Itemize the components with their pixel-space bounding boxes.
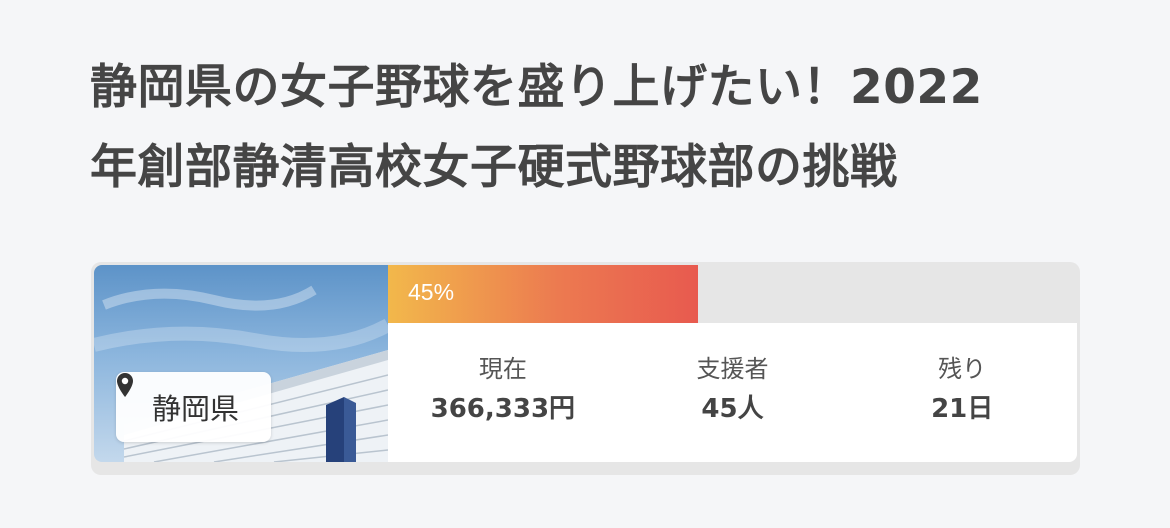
project-card[interactable]: 静岡県 45% 現在 366,333円 支援者 45人 残り 21日 <box>91 262 1080 475</box>
stat-label: 残り <box>938 355 987 383</box>
project-thumbnail[interactable]: 静岡県 <box>94 265 388 462</box>
stat-value: 21日 <box>931 394 994 424</box>
stat-value: 366,333円 <box>430 394 576 424</box>
location-badge[interactable]: 静岡県 <box>116 372 271 442</box>
project-title-line2: 年創部静清高校女子硬式野球部の挑戦 <box>90 140 898 195</box>
stat-label: 支援者 <box>696 355 769 383</box>
stat-label: 現在 <box>478 355 527 383</box>
funding-progress-percent: 45% <box>408 279 455 305</box>
stat-current-amount: 現在 366,333円 <box>388 323 618 462</box>
stat-value: 45人 <box>701 394 764 424</box>
project-title-line1: 静岡県の女子野球を盛り上げたい！2022 <box>90 60 983 115</box>
stat-days-remaining: 残り 21日 <box>847 323 1077 462</box>
funding-progress-bar: 45% <box>388 265 1077 323</box>
funding-stats: 現在 366,333円 支援者 45人 残り 21日 <box>388 323 1077 462</box>
location-label: 静岡県 <box>151 392 239 426</box>
project-title[interactable]: 静岡県の女子野球を盛り上げたい！2022 年創部静清高校女子硬式野球部の挑戦 <box>90 48 1090 208</box>
stat-supporters: 支援者 45人 <box>618 323 848 462</box>
